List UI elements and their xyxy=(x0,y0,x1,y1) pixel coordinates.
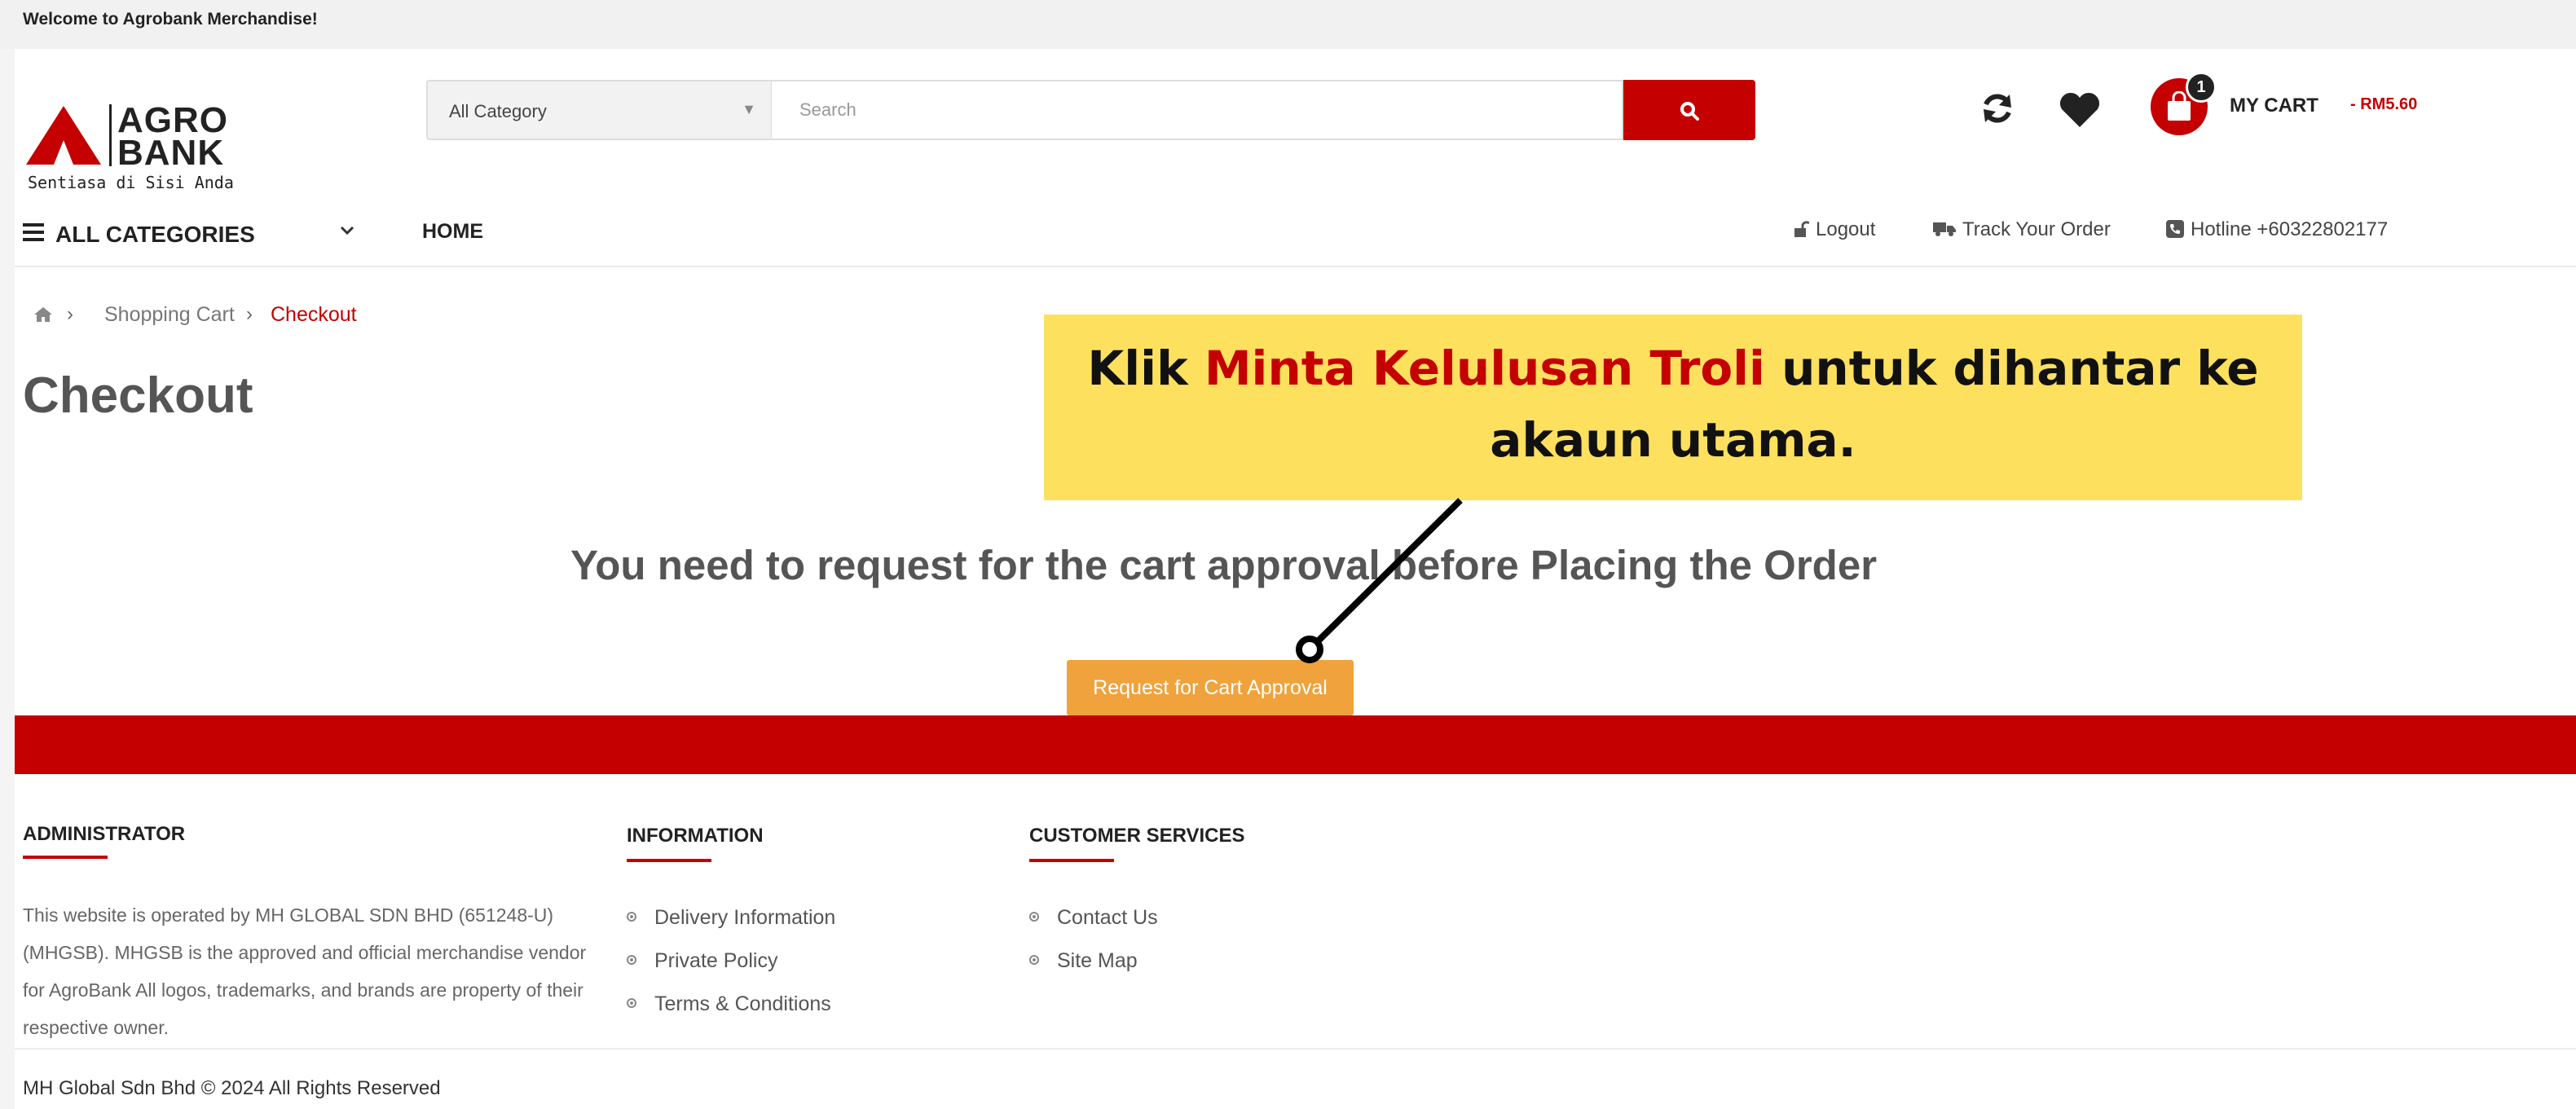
callout-pointer-arrow xyxy=(1296,498,1463,663)
